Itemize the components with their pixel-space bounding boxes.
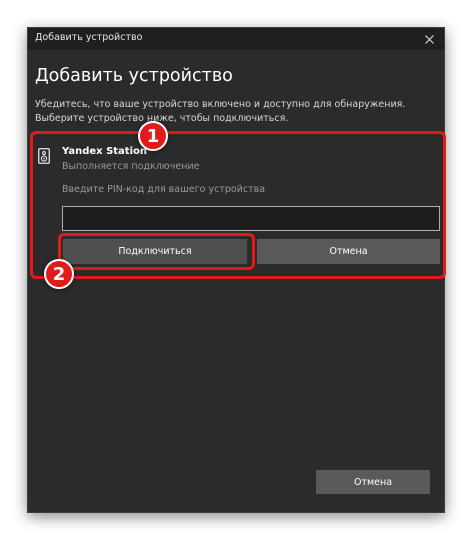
title-bar: Добавить устройство: [28, 28, 444, 50]
page-title: Добавить устройство: [35, 66, 233, 86]
instructions-text: Убедитесь, что ваше устройство включено …: [35, 98, 405, 125]
step-badge-2: 2: [44, 259, 74, 289]
instructions-line-2: Выберите устройство ниже, чтобы подключи…: [35, 112, 289, 124]
cancel-connect-button[interactable]: Отмена: [257, 239, 440, 264]
pin-input[interactable]: [62, 206, 440, 231]
device-name: Yandex Station: [62, 146, 147, 157]
add-device-dialog: Добавить устройство Добавить устройство …: [27, 27, 445, 513]
close-icon: [424, 34, 434, 44]
cancel-button[interactable]: Отмена: [316, 470, 430, 494]
window-title: Добавить устройство: [35, 32, 143, 43]
page: Добавить устройство Добавить устройство …: [0, 0, 474, 538]
instructions-line-1: Убедитесь, что ваше устройство включено …: [35, 99, 406, 110]
connect-button[interactable]: Подключиться: [63, 239, 247, 264]
close-button[interactable]: [414, 28, 444, 50]
pin-label: Введите PIN-код для вашего устройства: [62, 184, 266, 195]
step-badge-1: 1: [138, 121, 168, 151]
device-status: Выполняется подключение: [62, 161, 200, 172]
speaker-icon: [38, 148, 50, 164]
